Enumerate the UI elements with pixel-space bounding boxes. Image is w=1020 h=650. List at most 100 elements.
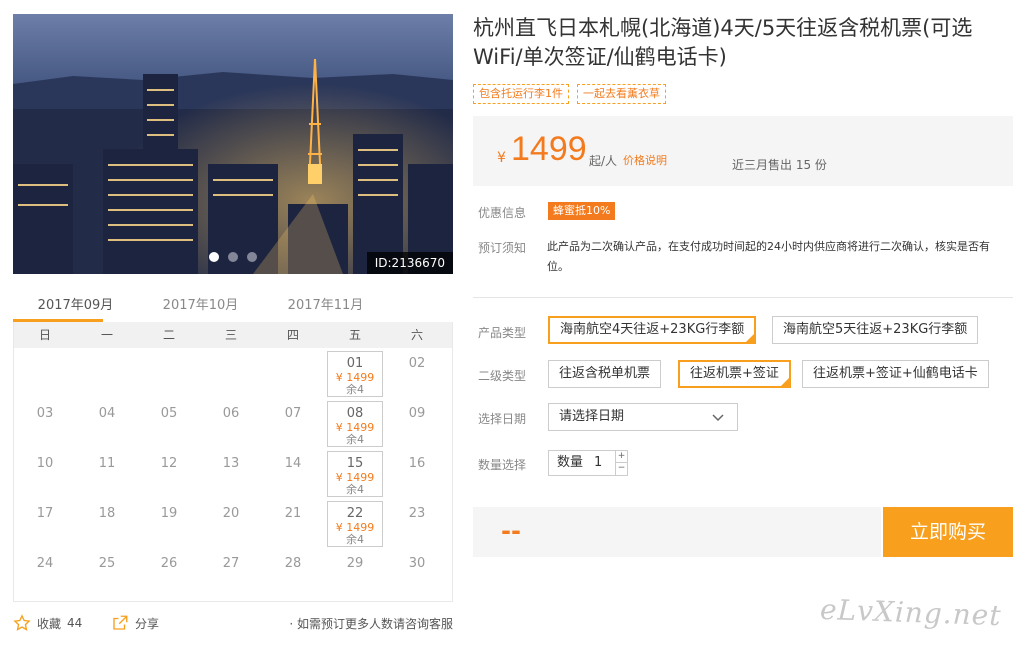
calendar-day: 17 xyxy=(14,498,76,548)
calendar-day: 10 xyxy=(14,448,76,498)
day-number: 20 xyxy=(222,506,240,521)
calendar-day: 05 xyxy=(138,398,200,448)
sub-type-label: 二级类型 xyxy=(478,369,527,383)
calendar-day: 23 xyxy=(386,498,448,548)
calendar-day: 12 xyxy=(138,448,200,498)
share-label: 分享 xyxy=(135,616,160,631)
total-price: -- xyxy=(501,517,521,545)
price-unit: 起/人 xyxy=(589,154,618,168)
qty-label: 数量选择 xyxy=(478,458,527,472)
calendar-week-row: 10 11 12 13 14 15 ¥ 1499 余4 16 xyxy=(14,448,452,498)
calendar-day[interactable]: 22 ¥ 1499 余4 xyxy=(324,498,386,548)
total-bar: -- xyxy=(473,507,881,557)
hero-photo[interactable]: ID:2136670 xyxy=(13,14,453,274)
calendar-day[interactable]: 01 ¥ 1499 余4 xyxy=(324,348,386,398)
weekday-label: 日 xyxy=(38,328,51,342)
qty-increment-button[interactable]: + xyxy=(615,451,627,463)
day-number: 16 xyxy=(408,456,426,471)
day-number: 07 xyxy=(284,406,302,421)
calendar-day: 27 xyxy=(200,548,262,598)
day-number: 27 xyxy=(222,556,240,571)
calendar-day: 30 xyxy=(386,548,448,598)
share-button[interactable]: 分享 xyxy=(111,614,159,632)
quantity-value[interactable]: 1 xyxy=(594,451,602,475)
calendar-day: 18 xyxy=(76,498,138,548)
calendar-day: 16 xyxy=(386,448,448,498)
day-number: 17 xyxy=(36,506,54,521)
day-number: 30 xyxy=(408,556,426,571)
calendar-empty-cell xyxy=(262,348,324,398)
calendar-week-row: 24 25 26 27 28 29 30 xyxy=(14,548,452,598)
star-icon xyxy=(13,614,31,631)
promo-badge: 蜂蜜抵10% xyxy=(548,202,616,220)
share-icon xyxy=(113,615,128,630)
calendar-day: 20 xyxy=(200,498,262,548)
day-number: 09 xyxy=(408,406,426,421)
price-explain-link[interactable]: 价格说明 xyxy=(623,152,667,168)
quantity-stepper[interactable]: 数量 1 + − xyxy=(548,450,628,476)
month-tabs: 2017年09月 2017年10月 2017年11月 xyxy=(13,288,453,322)
day-number: 01 xyxy=(346,356,364,371)
qty-text: 数量 xyxy=(557,455,584,470)
day-number: 24 xyxy=(36,556,54,571)
calendar-day[interactable]: 15 ¥ 1499 余4 xyxy=(324,448,386,498)
calendar-week-row: 17 18 19 20 21 22 ¥ 1499 余4 23 xyxy=(14,498,452,548)
price-amount: 1499 xyxy=(511,130,587,168)
calendar-day: 26 xyxy=(138,548,200,598)
product-type-label: 产品类型 xyxy=(478,326,527,340)
calendar-day: 06 xyxy=(200,398,262,448)
tab-month-2017-10[interactable]: 2017年10月 xyxy=(138,288,263,322)
calendar-day: 11 xyxy=(76,448,138,498)
carousel-dot[interactable] xyxy=(247,252,257,262)
calendar-day: 19 xyxy=(138,498,200,548)
day-number: 22 xyxy=(346,506,364,521)
day-number: 10 xyxy=(36,456,54,471)
product-type-option-5day[interactable]: 海南航空5天往返+23KG行李额 xyxy=(772,316,979,344)
calendar-day: 14 xyxy=(262,448,324,498)
calendar-empty-cell xyxy=(138,348,200,398)
day-number: 28 xyxy=(284,556,302,571)
day-number: 03 xyxy=(36,406,54,421)
carousel-dot[interactable] xyxy=(228,252,238,262)
sub-type-option-ticket-visa-card[interactable]: 往返机票+签证+仙鹤电话卡 xyxy=(802,360,989,388)
day-number: 06 xyxy=(222,406,240,421)
sub-type-option-ticket-visa[interactable]: 往返机票+签证 xyxy=(678,360,791,388)
tag-lavender: 一起去看薰衣草 xyxy=(577,84,666,104)
calendar-grid: 01 ¥ 1499 余4 02 03 04 05 06 07 08 ¥ 1499 余4 09 10 11 12… xyxy=(14,348,452,598)
image-id-label: ID:2136670 xyxy=(366,252,453,274)
day-number: 23 xyxy=(408,506,426,521)
date-select[interactable]: 请选择日期 xyxy=(548,403,738,431)
day-number: 12 xyxy=(160,456,178,471)
calendar-day: 13 xyxy=(200,448,262,498)
day-number: 14 xyxy=(284,456,302,471)
sub-type-option-ticket[interactable]: 往返含税单机票 xyxy=(548,360,662,388)
sales-count: 近三月售出 15 份 xyxy=(732,158,827,172)
price-box: ¥ 1499 起/人 价格说明 近三月售出 15 份 xyxy=(473,116,1013,186)
tab-month-2017-11[interactable]: 2017年11月 xyxy=(263,288,388,322)
day-number: 08 xyxy=(346,406,364,421)
day-number: 25 xyxy=(98,556,116,571)
buy-now-button[interactable]: 立即购买 xyxy=(883,507,1013,557)
calendar-day: 21 xyxy=(262,498,324,548)
calendar-day[interactable]: 08 ¥ 1499 余4 xyxy=(324,398,386,448)
calendar-empty-cell xyxy=(14,348,76,398)
qty-decrement-button[interactable]: − xyxy=(615,463,627,475)
favorite-label: 收藏 xyxy=(37,616,62,631)
weekday-label: 一 xyxy=(100,328,113,342)
calendar-day: 07 xyxy=(262,398,324,448)
weekday-label: 三 xyxy=(224,328,237,342)
weekday-header: 日 一 二 三 四 五 六 xyxy=(14,322,452,348)
calendar-day: 24 xyxy=(14,548,76,598)
carousel-dot[interactable] xyxy=(209,252,219,262)
product-type-option-4day[interactable]: 海南航空4天往返+23KG行李额 xyxy=(548,316,757,344)
weekday-label: 六 xyxy=(410,328,423,342)
day-number: 26 xyxy=(160,556,178,571)
weekday-label: 四 xyxy=(286,328,299,342)
tab-month-2017-09[interactable]: 2017年09月 xyxy=(13,288,138,322)
day-number: 11 xyxy=(98,456,116,471)
calendar-day: 29 xyxy=(324,548,386,598)
calendar-empty-cell xyxy=(76,348,138,398)
calendar-day: 03 xyxy=(14,398,76,448)
day-number: 13 xyxy=(222,456,240,471)
favorite-button[interactable]: 收藏 44 xyxy=(13,614,82,632)
